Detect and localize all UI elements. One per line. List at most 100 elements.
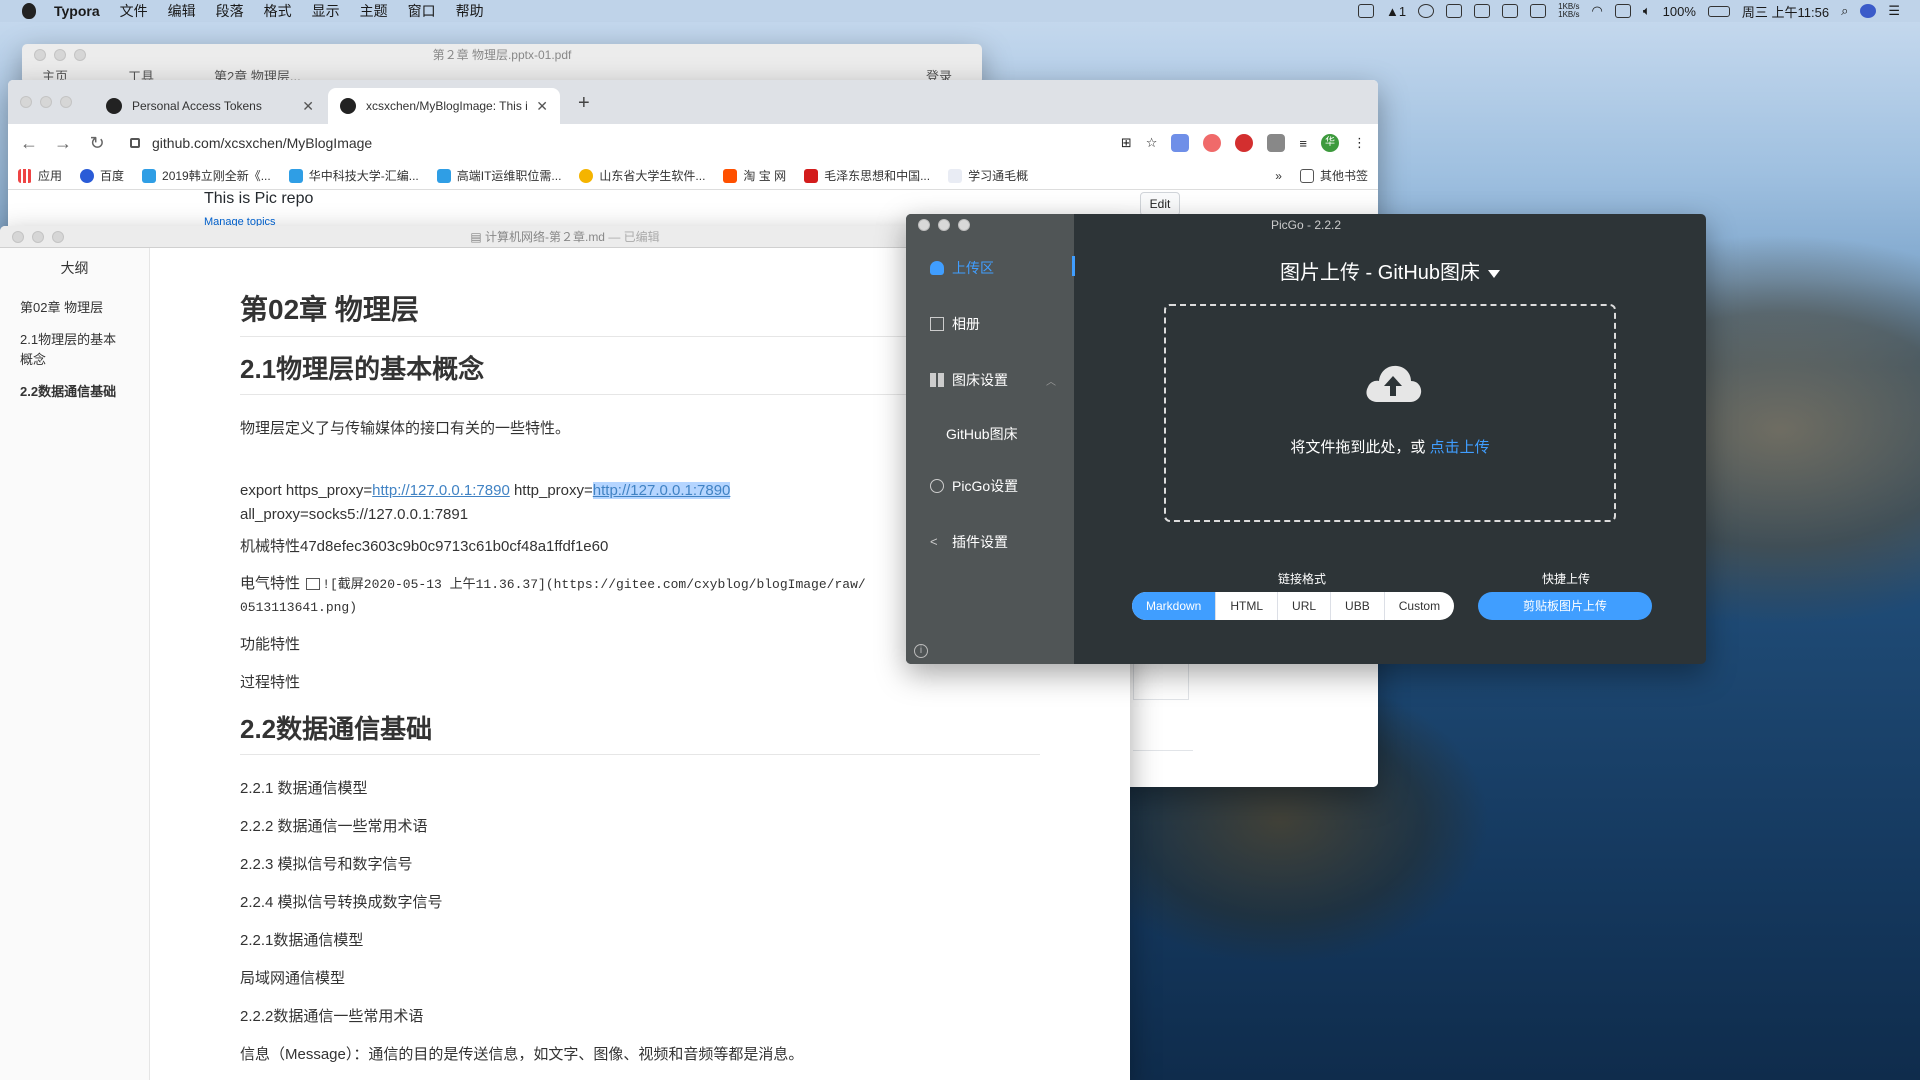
bookmark-taobao[interactable]: 淘 宝 网 bbox=[723, 167, 786, 184]
heading-2-2[interactable]: 2.2数据通信基础 bbox=[240, 709, 1040, 755]
clock[interactable]: 周三 上午11:56 bbox=[1742, 2, 1829, 21]
clipboard-upload-button[interactable]: 剪贴板图片上传 bbox=[1478, 592, 1652, 620]
close-tab-icon[interactable]: ✕ bbox=[536, 98, 548, 115]
nav-plugin-settings[interactable]: < 插件设置 bbox=[906, 524, 1074, 560]
chrome-tab-tokens[interactable]: Personal Access Tokens ✕ bbox=[94, 88, 326, 124]
menu-edit[interactable]: 编辑 bbox=[168, 1, 196, 21]
format-markdown[interactable]: Markdown bbox=[1132, 592, 1217, 620]
close-tab-icon[interactable]: ✕ bbox=[302, 98, 314, 115]
battery-icon[interactable] bbox=[1707, 5, 1730, 17]
menu-window[interactable]: 窗口 bbox=[408, 1, 436, 21]
paragraph-procedural[interactable]: 过程特性 bbox=[240, 671, 1040, 695]
chrome-minimize-button[interactable] bbox=[40, 96, 52, 108]
info-icon[interactable]: i bbox=[914, 644, 928, 658]
upload-title[interactable]: 图片上传 - GitHub图床 bbox=[1074, 256, 1706, 285]
menu-app-name[interactable]: Typora bbox=[54, 3, 100, 19]
wifi-icon[interactable]: ◠ bbox=[1591, 3, 1602, 19]
nav-picgo-settings[interactable]: PicGo设置 bbox=[906, 468, 1074, 504]
chrome-tab-repo[interactable]: xcsxchen/MyBlogImage: This i ✕ bbox=[328, 88, 560, 124]
notification-icon[interactable]: ▲1 bbox=[1386, 4, 1406, 19]
bookmark-other[interactable]: 其他书签 bbox=[1299, 167, 1368, 184]
app-icon-4[interactable] bbox=[1530, 4, 1547, 18]
menu-format[interactable]: 格式 bbox=[264, 1, 292, 21]
click-upload-link[interactable]: 点击上传 bbox=[1430, 439, 1490, 456]
battery-percent[interactable]: 100% bbox=[1663, 4, 1696, 19]
list-item[interactable]: 2.2.2数据通信一些常用术语 bbox=[240, 1005, 1040, 1029]
picgo-close-button[interactable] bbox=[918, 219, 930, 231]
spotlight-search-icon[interactable]: ⌕ bbox=[1841, 3, 1848, 19]
proxy-link-2[interactable]: http://127.0.0.1:7890 bbox=[592, 482, 731, 499]
chrome-zoom-button[interactable] bbox=[60, 96, 72, 108]
extension-red-icon[interactable] bbox=[1203, 134, 1222, 152]
menu-help[interactable]: 帮助 bbox=[456, 1, 484, 21]
nav-gallery[interactable]: 相册 bbox=[906, 306, 1074, 342]
menu-paragraph[interactable]: 段落 bbox=[216, 1, 244, 21]
menu-file[interactable]: 文件 bbox=[120, 1, 148, 21]
typora-zoom-button[interactable] bbox=[52, 231, 64, 243]
format-html[interactable]: HTML bbox=[1216, 592, 1279, 620]
nav-pic-bed-settings[interactable]: 图床设置 ︿ bbox=[906, 362, 1074, 398]
list-item[interactable]: 信息（Message）：通信的目的是传送信息，如文字、图像、视频和音频等都是消息… bbox=[240, 1043, 1040, 1067]
picgo-tray-icon[interactable] bbox=[1358, 4, 1375, 18]
new-tab-icon[interactable]: + bbox=[578, 92, 590, 115]
list-item[interactable]: 局域网通信模型 bbox=[240, 967, 1040, 991]
menu-view[interactable]: 显示 bbox=[312, 1, 340, 21]
extension-translate-icon[interactable] bbox=[1171, 134, 1190, 152]
format-ubb[interactable]: UBB bbox=[1331, 592, 1385, 620]
format-custom[interactable]: Custom bbox=[1385, 592, 1454, 620]
nav-github-bed[interactable]: GitHub图床 bbox=[906, 416, 1074, 452]
outline-item-2-1[interactable]: 2.1物理层的基本概念 bbox=[20, 330, 129, 370]
upload-dropzone[interactable]: 将文件拖到此处，或 点击上传 bbox=[1164, 304, 1616, 522]
volume-icon[interactable]: 🔈︎ bbox=[1643, 3, 1651, 19]
bookmark-hust[interactable]: 华中科技大学-汇编... bbox=[288, 167, 419, 184]
proxy-link-1[interactable]: http://127.0.0.1:7890 bbox=[372, 482, 510, 499]
outline-item-ch02[interactable]: 第02章 物理层 bbox=[20, 298, 129, 318]
bookmark-star-icon[interactable]: ☆ bbox=[1146, 135, 1158, 151]
list-item[interactable]: 2.2.2 数据通信一些常用术语 bbox=[240, 815, 1040, 839]
bookmark-xuexitong[interactable]: 学习通毛概 bbox=[948, 167, 1028, 184]
translate-icon[interactable]: ⊞ bbox=[1121, 135, 1132, 151]
nav-upload[interactable]: 上传区 bbox=[906, 250, 1074, 286]
list-item[interactable]: 2.2.1数据通信模型 bbox=[240, 929, 1040, 953]
bookmark-maozedong[interactable]: 毛泽东思想和中国... bbox=[804, 167, 930, 184]
picgo-minimize-button[interactable] bbox=[938, 219, 950, 231]
bookmark-apps[interactable]: 应用 bbox=[18, 167, 62, 184]
screen-icon[interactable] bbox=[1614, 4, 1631, 18]
typora-minimize-button[interactable] bbox=[32, 231, 44, 243]
chrome-menu-icon[interactable]: ⋮ bbox=[1353, 135, 1366, 151]
profile-avatar[interactable]: 华 bbox=[1321, 134, 1339, 152]
chrome-close-button[interactable] bbox=[20, 96, 32, 108]
forward-icon[interactable]: → bbox=[54, 133, 72, 154]
lock-icon[interactable] bbox=[130, 138, 140, 148]
app-icon-2[interactable] bbox=[1474, 4, 1491, 18]
picgo-zoom-button[interactable] bbox=[958, 219, 970, 231]
format-url[interactable]: URL bbox=[1278, 592, 1332, 620]
reload-icon[interactable]: ↻ bbox=[88, 133, 106, 154]
cast-icon[interactable] bbox=[1418, 4, 1435, 18]
list-item[interactable]: 2.2.1 数据通信模型 bbox=[240, 777, 1040, 801]
list-item[interactable]: 2.2.3 模拟信号和数字信号 bbox=[240, 853, 1040, 877]
reading-list-icon[interactable]: ≡ bbox=[1299, 136, 1307, 151]
bookmark-hanligang[interactable]: 2019韩立刚全新《... bbox=[142, 167, 271, 184]
app-icon-3[interactable] bbox=[1502, 4, 1519, 18]
app-icon-1[interactable] bbox=[1446, 4, 1463, 18]
bookmarks-more-icon[interactable]: » bbox=[1275, 169, 1282, 183]
extension-gray-icon[interactable] bbox=[1267, 134, 1286, 152]
bookmark-shandong[interactable]: 山东省大学生软件... bbox=[579, 167, 705, 184]
back-icon[interactable]: ← bbox=[20, 133, 38, 154]
notification-center-icon[interactable]: ☰ bbox=[1888, 3, 1900, 19]
pdf-minimize-button[interactable] bbox=[54, 49, 66, 61]
bookmark-baidu[interactable]: 百度 bbox=[80, 167, 124, 184]
pdf-zoom-button[interactable] bbox=[74, 49, 86, 61]
siri-icon[interactable] bbox=[1860, 4, 1877, 18]
edit-button[interactable]: Edit bbox=[1140, 192, 1180, 216]
pdf-close-button[interactable] bbox=[34, 49, 46, 61]
apple-menu-icon[interactable] bbox=[22, 3, 36, 19]
adblock-icon[interactable] bbox=[1235, 134, 1254, 152]
outline-item-2-2[interactable]: 2.2数据通信基础 bbox=[20, 382, 129, 402]
typora-close-button[interactable] bbox=[12, 231, 24, 243]
menu-theme[interactable]: 主题 bbox=[360, 1, 388, 21]
bookmark-it-ops[interactable]: 高端IT运维职位需... bbox=[436, 167, 561, 184]
address-bar[interactable]: github.com/xcsxchen/MyBlogImage bbox=[122, 129, 1105, 157]
list-item[interactable]: 2.2.4 模拟信号转换成数字信号 bbox=[240, 891, 1040, 915]
